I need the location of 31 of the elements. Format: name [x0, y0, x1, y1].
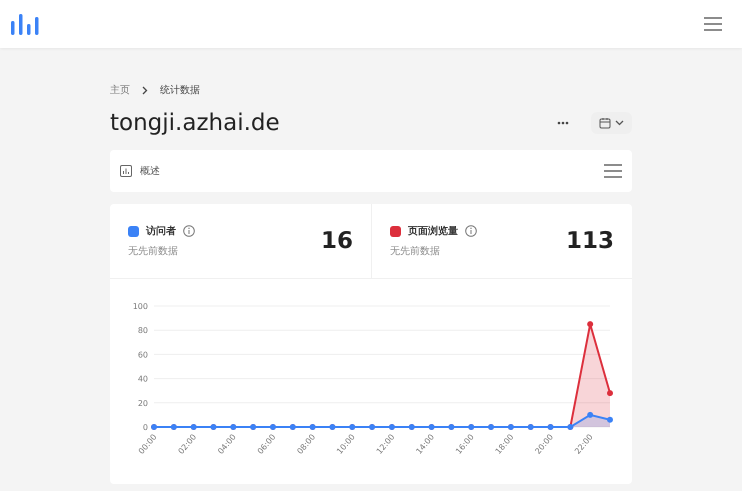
stat-subtitle: 无先前数据 [128, 244, 179, 258]
date-range-button[interactable] [591, 112, 632, 134]
info-icon [183, 225, 195, 237]
calendar-icon [599, 117, 611, 129]
axis-label: 20 [138, 398, 148, 408]
stat-label: 访问者 [146, 224, 176, 238]
point [607, 416, 613, 423]
point [607, 390, 613, 396]
menu-button[interactable] [604, 164, 622, 178]
point [587, 412, 594, 418]
axis-label: 60 [138, 350, 148, 360]
more-icon [557, 121, 569, 125]
stat-value: 16 [320, 228, 353, 254]
overview-tab[interactable]: 概述 [120, 164, 160, 178]
axis-label: 40 [138, 374, 148, 384]
point [587, 321, 594, 328]
stat-value: 113 [566, 228, 614, 254]
chart-icon [120, 165, 132, 177]
chevron-down-icon [615, 120, 624, 126]
axis-label: 80 [138, 326, 148, 336]
breadcrumb-link[interactable]: 主页 [110, 83, 130, 97]
axis-label: 0 [142, 423, 148, 432]
breadcrumb-link[interactable]: 统计数据 [160, 83, 200, 97]
info-icon [465, 225, 477, 237]
axis-label: 100 [132, 302, 148, 311]
menu-icon [704, 17, 722, 31]
site-title: tongji.azhai.de [110, 110, 280, 136]
chevron-right-icon [142, 86, 148, 94]
stat-subtitle: 无先前数据 [390, 244, 441, 258]
stat-label: 页面浏览量 [408, 224, 458, 238]
menu-icon [604, 164, 622, 178]
